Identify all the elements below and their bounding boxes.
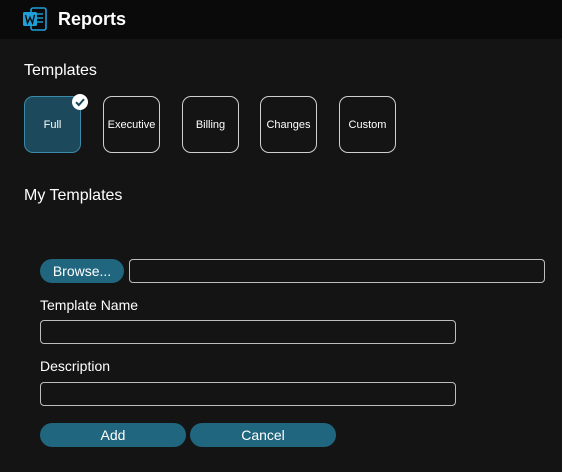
template-full[interactable]: Full — [24, 94, 88, 153]
cancel-button[interactable]: Cancel — [190, 423, 336, 447]
browse-button[interactable]: Browse... — [40, 259, 124, 283]
template-changes-label: Changes — [266, 118, 311, 131]
add-button[interactable]: Add — [40, 423, 186, 447]
app-title: Reports — [58, 9, 127, 29]
template-custom-label: Custom — [348, 118, 387, 131]
template-name-label: Template Name — [40, 297, 139, 313]
template-full-label: Full — [43, 118, 62, 131]
description-label: Description — [40, 358, 111, 374]
template-billing-label: Billing — [195, 118, 226, 131]
template-executive-label: Executive — [107, 118, 156, 131]
title-bar: Reports — [0, 0, 562, 39]
template-executive[interactable]: Executive — [103, 96, 160, 153]
description-input[interactable] — [40, 382, 456, 406]
template-custom[interactable]: Custom — [339, 96, 396, 153]
template-changes[interactable]: Changes — [260, 96, 317, 153]
templates-heading: Templates — [24, 62, 97, 79]
word-icon — [23, 7, 47, 31]
template-billing[interactable]: Billing — [182, 96, 239, 153]
checkmark-icon — [72, 94, 88, 110]
file-path-input[interactable] — [129, 259, 545, 283]
my-templates-heading: My Templates — [24, 187, 123, 204]
template-name-input[interactable] — [40, 320, 456, 344]
